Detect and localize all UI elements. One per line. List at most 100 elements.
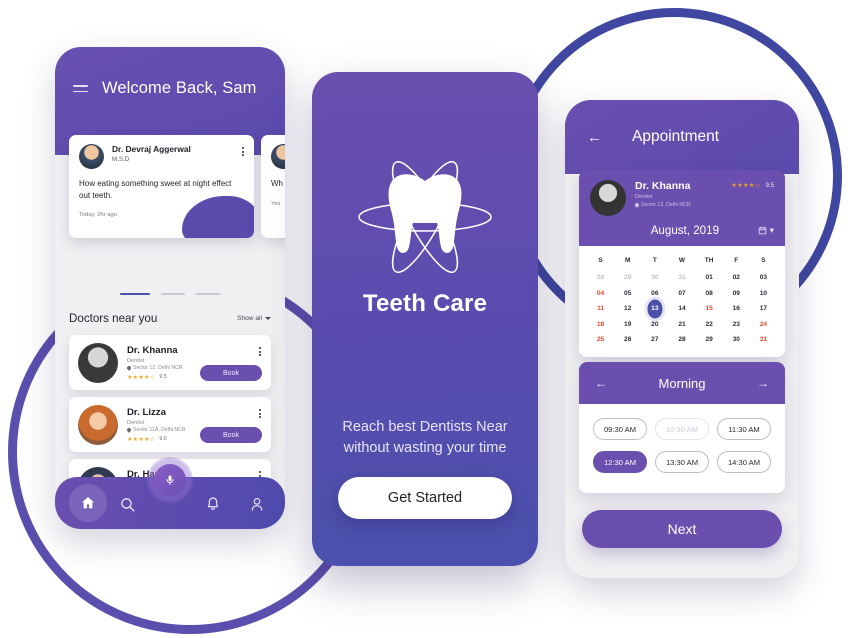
calendar-day[interactable]: 18 — [587, 317, 614, 333]
calendar-day-label: 21 — [678, 320, 686, 328]
book-button[interactable]: Book — [200, 427, 262, 443]
calendar-day[interactable]: 15 — [696, 301, 723, 317]
appointment-header: ← Appointment — [565, 100, 799, 174]
calendar-day-label: 29 — [624, 274, 632, 282]
doctor-list-item[interactable]: Dr. Lizza Dentist Sector 11A, Delhi NCR … — [69, 397, 271, 452]
calendar-day[interactable]: 04 — [587, 286, 614, 302]
rating-value: 9.5 — [765, 182, 774, 189]
voice-search-button[interactable] — [147, 457, 193, 503]
calendar-day[interactable]: 10 — [750, 286, 777, 302]
calendar-day[interactable]: 27 — [641, 332, 668, 348]
mic-button-inner[interactable] — [154, 464, 186, 496]
home-icon — [82, 497, 94, 509]
calendar-day[interactable]: 24 — [750, 317, 777, 333]
calendar-day[interactable]: 29 — [696, 332, 723, 348]
carousel-pager[interactable] — [55, 293, 285, 296]
star-rating-icon: ★★★★☆ — [127, 436, 156, 443]
calendar-day[interactable]: 05 — [614, 286, 641, 302]
pager-dot[interactable] — [196, 293, 220, 296]
nav-item-home[interactable] — [69, 484, 107, 522]
calendar-day[interactable]: 29 — [614, 270, 641, 286]
doctor-name: Dr. Lizza — [127, 406, 166, 418]
calendar-day[interactable]: 30 — [641, 270, 668, 286]
avatar — [78, 342, 118, 383]
calendar-day-label: 05 — [624, 289, 632, 297]
calendar-day[interactable]: 02 — [723, 270, 750, 286]
show-all-label: Show all — [237, 315, 262, 322]
calendar-dow-row: S M T W TH F S — [587, 254, 777, 270]
calendar-day[interactable]: 26 — [614, 332, 641, 348]
get-started-button[interactable]: Get Started — [338, 477, 512, 519]
arrow-left-icon[interactable]: ← — [595, 376, 607, 390]
calendar-day[interactable]: 31 — [668, 270, 695, 286]
doctor-location: Sector 11A, Delhi NCR — [126, 427, 186, 433]
person-icon — [251, 497, 263, 511]
avatar — [271, 144, 285, 169]
more-vertical-icon[interactable] — [259, 344, 261, 357]
calendar-day[interactable]: 22 — [696, 317, 723, 333]
calendar-day[interactable]: 07 — [668, 286, 695, 302]
calendar-day[interactable]: 23 — [723, 317, 750, 333]
news-carousel[interactable]: Dr. Devraj Aggerwal M.S.D How eating som… — [55, 135, 285, 290]
pager-dot[interactable] — [161, 293, 185, 296]
calendar-day[interactable]: 01 — [696, 270, 723, 286]
chevron-down-icon: ▾ — [769, 225, 774, 235]
chevron-down-icon — [265, 317, 271, 320]
calendar-day[interactable]: 03 — [750, 270, 777, 286]
calendar-day[interactable]: 25 — [587, 332, 614, 348]
calendar-day-selected[interactable]: 13 — [641, 301, 668, 317]
calendar-day[interactable]: 20 — [641, 317, 668, 333]
calendar-day[interactable]: 09 — [723, 286, 750, 302]
calendar-day-label: 14 — [678, 305, 686, 313]
time-slot-selected[interactable]: 12:30 AM — [593, 451, 647, 473]
calendar-day[interactable]: 28 — [587, 270, 614, 286]
nav-item-search[interactable] — [117, 494, 137, 514]
calendar-day[interactable]: 17 — [750, 301, 777, 317]
time-slot[interactable]: 11:30 AM — [717, 418, 771, 440]
more-vertical-icon[interactable] — [259, 406, 261, 419]
calendar-month-label: August, 2019 — [650, 224, 720, 237]
calendar-dow: W — [678, 257, 686, 264]
more-vertical-icon[interactable] — [242, 144, 244, 157]
calendar-day[interactable]: 30 — [723, 332, 750, 348]
pager-dot-active[interactable] — [120, 293, 150, 296]
calendar-day[interactable]: 21 — [668, 317, 695, 333]
show-all-button[interactable]: Show all — [237, 315, 271, 322]
doctor-role: Dentist — [635, 194, 653, 201]
doctor-rating: ★★★★☆ 9.0 — [127, 436, 186, 443]
calendar-weeks: 28 29 30 31 01 02 03 04 05 06 07 08 09 10 11 12 13 14 15 16… — [587, 270, 777, 348]
calendar-day-label: 08 — [705, 289, 713, 297]
nav-item-profile[interactable] — [247, 494, 267, 514]
calendar-day[interactable]: 14 — [668, 301, 695, 317]
calendar-week-row: 18 19 20 21 22 23 24 — [587, 317, 777, 333]
next-button[interactable]: Next — [582, 510, 782, 548]
news-body: How eating something sweet at night effe… — [79, 179, 232, 200]
arrow-left-icon[interactable]: ← — [587, 130, 602, 145]
news-doctor-name: Dr. Devraj Aggerwal — [112, 144, 191, 154]
calendar-day[interactable]: 31 — [750, 332, 777, 348]
calendar-day[interactable]: 28 — [668, 332, 695, 348]
calendar-picker-button[interactable]: ▾ — [758, 225, 774, 236]
doctor-name: Dr. Khanna — [127, 344, 178, 356]
calendar-day[interactable]: 11 — [587, 301, 614, 317]
doctor-role: Dentist — [127, 357, 145, 364]
hamburger-icon[interactable] — [73, 85, 88, 93]
time-slot[interactable]: 13:30 AM — [655, 451, 709, 473]
calendar-day[interactable]: 12 — [614, 301, 641, 317]
calendar-grid[interactable]: S M T W TH F S 28 29 30 31 01 02 03 04 05 06 07 08 0… — [579, 246, 785, 357]
doctor-list-item[interactable]: Dr. Khanna Dentist Sector 12, Delhi NCR … — [69, 335, 271, 390]
doctor-rating: ★★★★☆ 9.5 — [731, 180, 774, 189]
calendar-day[interactable]: 19 — [614, 317, 641, 333]
time-slot[interactable]: 09:30 AM — [593, 418, 647, 440]
book-button[interactable]: Book — [200, 365, 262, 381]
brand-title: Teeth Care — [362, 290, 488, 317]
calendar-day[interactable]: 08 — [696, 286, 723, 302]
nav-item-notifications[interactable] — [203, 494, 223, 514]
news-card[interactable]: Dr. Devraj Aggerwal M.S.D How eating som… — [69, 135, 254, 238]
time-slot[interactable]: 14:30 AM — [717, 451, 771, 473]
calendar-day-label: 24 — [759, 320, 768, 328]
calendar-day-label: 06 — [651, 289, 659, 297]
news-card[interactable]: Wh da Yes — [261, 135, 285, 238]
arrow-right-icon[interactable]: → — [757, 376, 769, 390]
calendar-day[interactable]: 16 — [723, 301, 750, 317]
